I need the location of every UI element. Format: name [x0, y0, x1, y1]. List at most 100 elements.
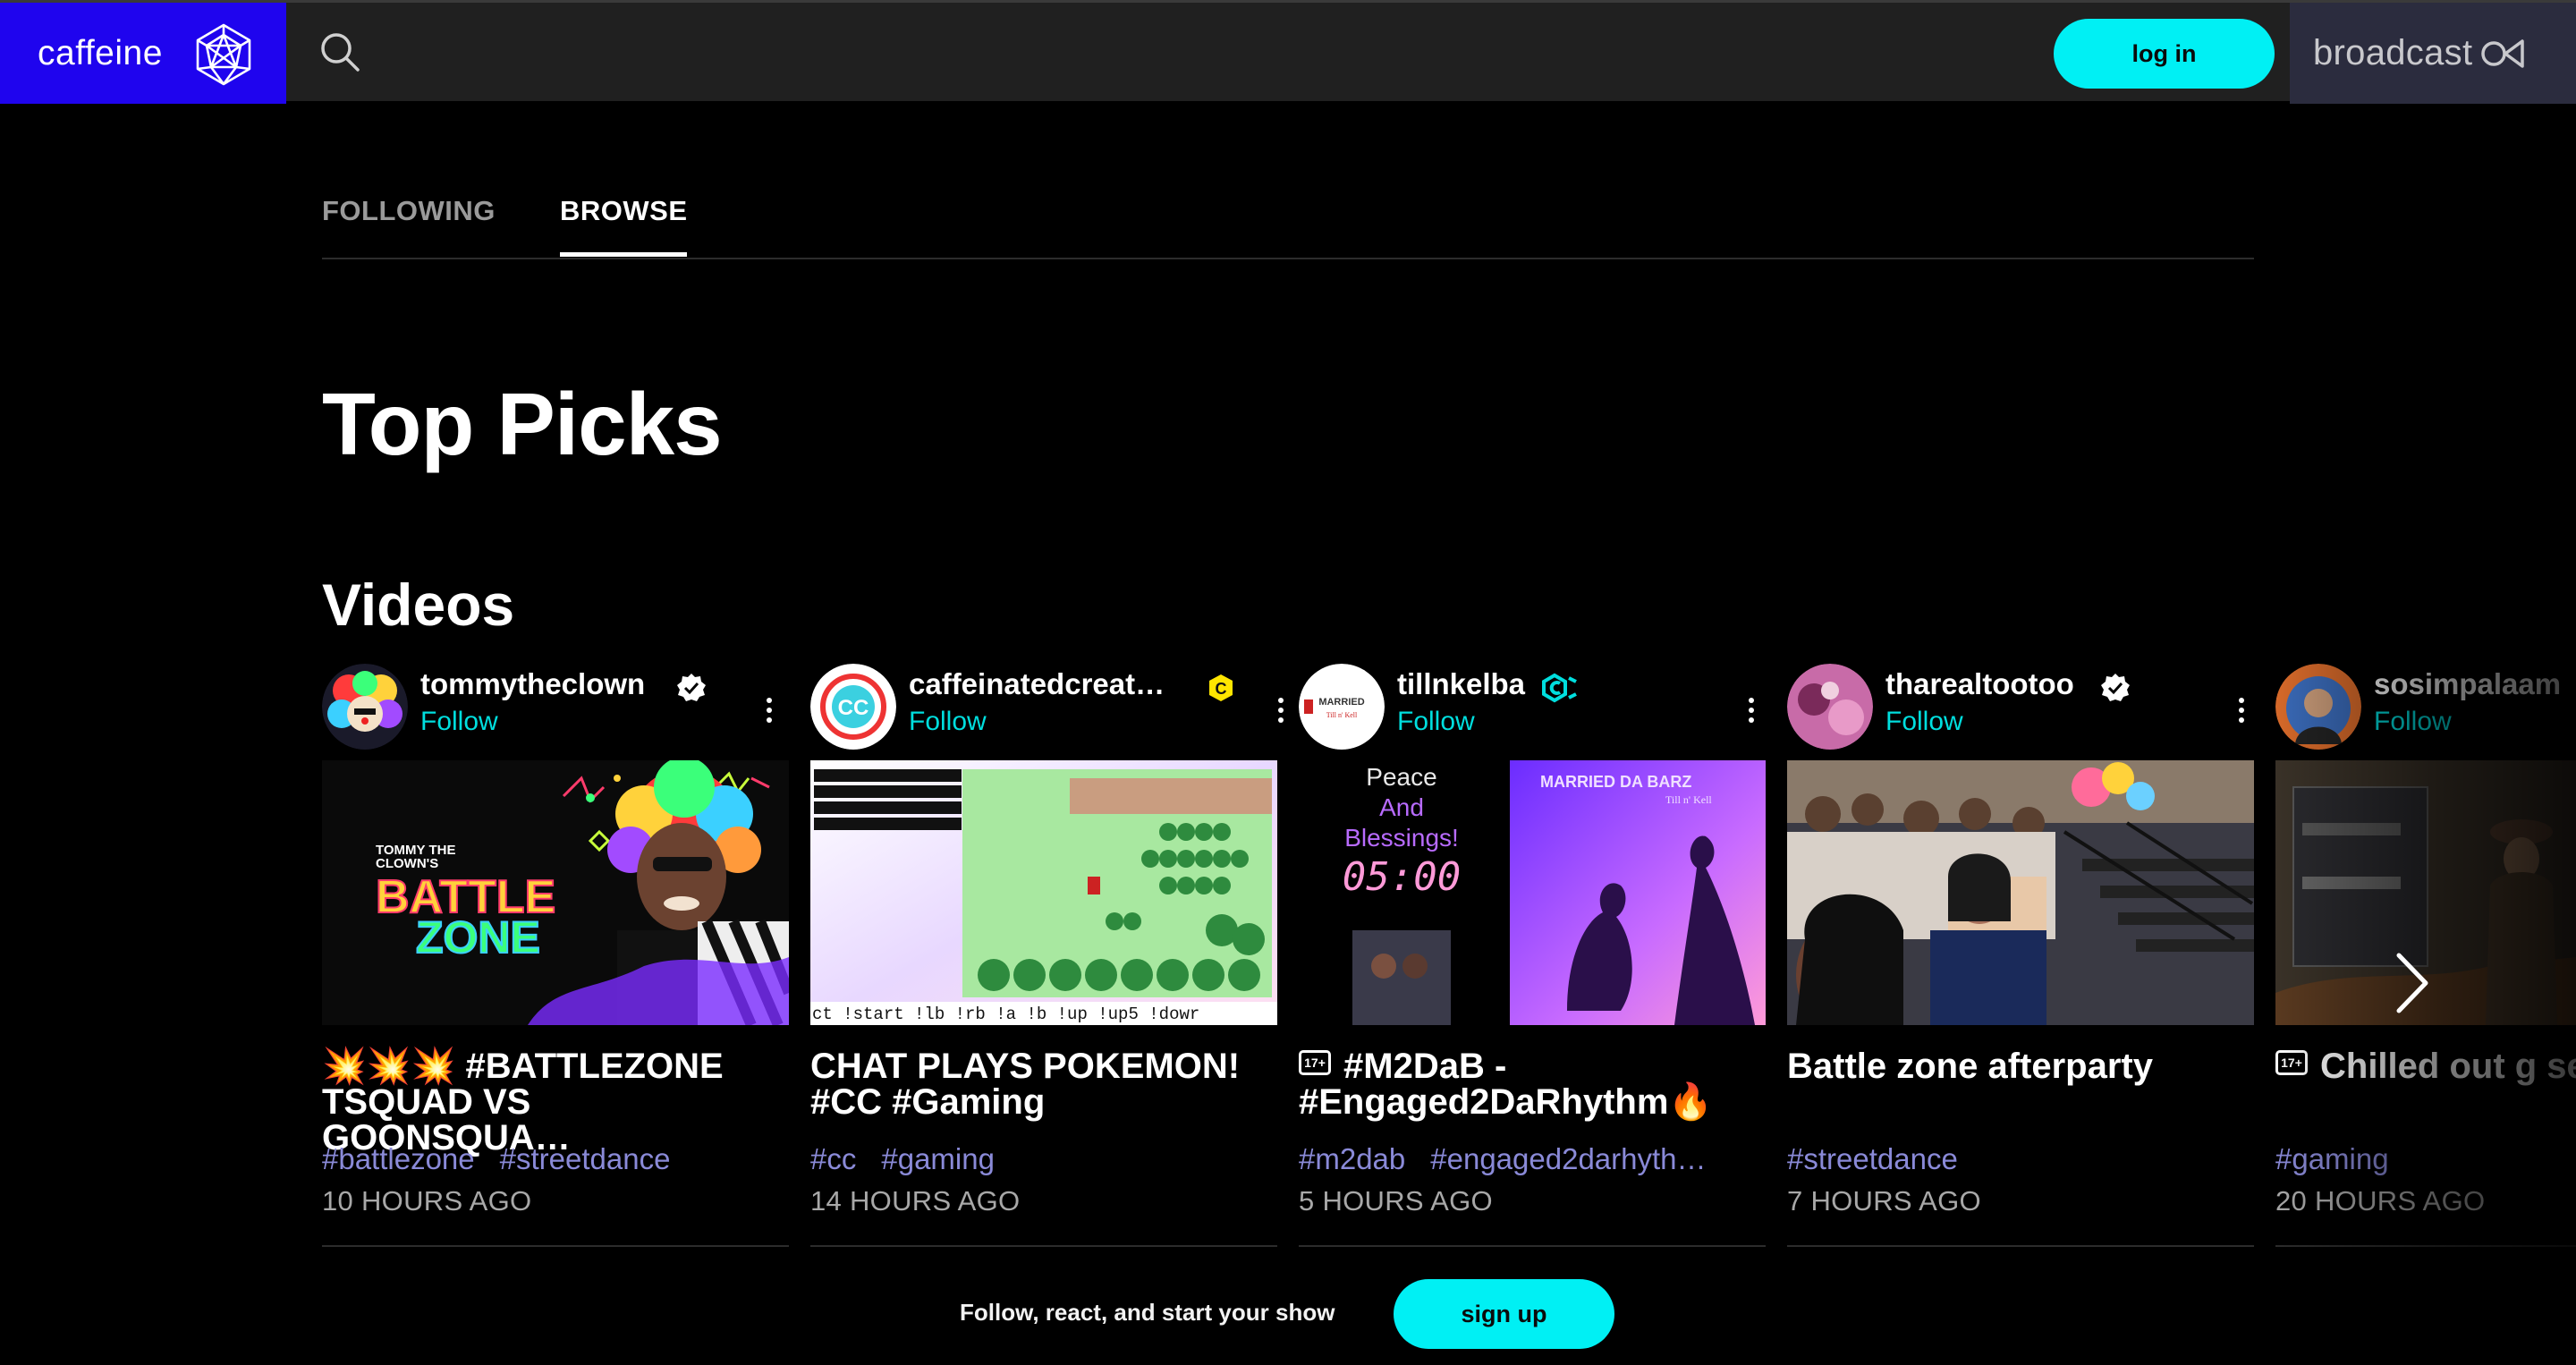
- more-options-icon[interactable]: [1274, 698, 1288, 733]
- video-thumbnail[interactable]: [1787, 760, 2254, 1025]
- video-title[interactable]: 17+Chilled out g session: [2275, 1048, 2576, 1084]
- video-card: tommytheclown Follow TOMMY THE CLOWN'S B…: [322, 662, 789, 1248]
- thumbnail-image: [1787, 760, 2254, 1025]
- top-bar: caffeine log in broadcast: [0, 0, 2576, 104]
- avatar[interactable]: CC: [810, 664, 896, 750]
- tab-following[interactable]: FOLLOWING: [322, 195, 496, 227]
- caffeine-logo-icon: [196, 23, 251, 86]
- thumbnail-image: TOMMY THE CLOWN'S BATTLE ZONE: [322, 760, 789, 1025]
- tag-list: #cc #gaming: [810, 1142, 1020, 1176]
- channel-name[interactable]: tommytheclown: [420, 667, 645, 701]
- broadcast-label: broadcast: [2313, 33, 2473, 72]
- verified-icon: [2101, 674, 2130, 701]
- search-icon[interactable]: [318, 30, 362, 74]
- card-header: CC caffeinatedcreat… C Follow: [810, 662, 1284, 751]
- video-card: MARRIED Till n' Kell tillnkelba Follow P…: [1299, 662, 1766, 1248]
- follow-button[interactable]: Follow: [909, 707, 987, 737]
- follow-button[interactable]: Follow: [1885, 707, 1963, 737]
- video-time: 7 HOURS AGO: [1787, 1185, 1981, 1217]
- tag-link[interactable]: #m2dab: [1299, 1142, 1405, 1175]
- login-button[interactable]: log in: [2054, 19, 2275, 89]
- divider: [1787, 1245, 2254, 1247]
- avatar[interactable]: [2275, 664, 2361, 750]
- camera-icon: [2481, 38, 2525, 68]
- tag-link[interactable]: #gaming: [2275, 1142, 2389, 1175]
- tab-browse[interactable]: BROWSE: [560, 195, 688, 227]
- card-header: tommytheclown Follow: [322, 662, 789, 751]
- video-time: 10 HOURS AGO: [322, 1185, 532, 1217]
- video-title[interactable]: Battle zone afterparty: [1787, 1048, 2254, 1084]
- svg-text:Till n' Kell: Till n' Kell: [1326, 711, 1358, 719]
- svg-text:C: C: [1216, 680, 1227, 698]
- age-rating-badge: 17+: [1299, 1050, 1331, 1076]
- video-card: tharealtootoo Follow Battle zone afterpa…: [1787, 662, 2254, 1248]
- thumbnail-text: And: [1379, 793, 1424, 821]
- video-card: CC caffeinatedcreat… C Follow ct !start …: [810, 662, 1284, 1248]
- divider: [322, 1245, 789, 1247]
- signup-button[interactable]: sign up: [1394, 1279, 1614, 1349]
- video-title[interactable]: 17+ #M2DaB - #Engaged2DaRhythm🔥: [1299, 1048, 1766, 1120]
- countdown-timer: 05:00: [1343, 854, 1461, 900]
- tag-link[interactable]: #cc: [810, 1142, 856, 1175]
- thumbnail-text: CLOWN'S: [376, 856, 438, 871]
- thumbnail-image: ct !start !lb !rb !a !b !up !up5 !dowr: [810, 760, 1277, 1025]
- tag-list: #gaming: [2275, 1142, 2414, 1176]
- thumbnail-text: MARRIED DA BARZ: [1540, 773, 1691, 791]
- avatar[interactable]: [322, 664, 408, 750]
- thumbnail-text: Peace: [1366, 763, 1436, 791]
- logo[interactable]: caffeine: [0, 3, 286, 104]
- more-options-icon[interactable]: [1744, 698, 1758, 733]
- video-thumbnail[interactable]: Peace And Blessings! 05:00 MARRIED DA BA…: [1299, 760, 1766, 1025]
- thumbnail-text: Till n' Kell: [1665, 793, 1712, 806]
- signup-prompt: Follow, react, and start your show: [960, 1299, 1335, 1326]
- video-thumbnail[interactable]: ct !start !lb !rb !a !b !up !up5 !dowr: [810, 760, 1277, 1025]
- section-title: Videos: [322, 572, 515, 638]
- video-time: 20 HOURS AGO: [2275, 1185, 2486, 1217]
- video-title[interactable]: CHAT PLAYS POKEMON! #CC #Gaming: [810, 1048, 1277, 1120]
- caffeine-coin-icon: C: [1209, 674, 1233, 701]
- chevron-right-icon[interactable]: [2379, 948, 2442, 1018]
- channel-name[interactable]: caffeinatedcreat…: [909, 667, 1165, 701]
- age-rating-badge: 17+: [2275, 1050, 2308, 1076]
- thumbnail-text: ct !start !lb !rb !a !b !up !up5 !dowr: [812, 1005, 1199, 1024]
- more-options-icon[interactable]: [2234, 698, 2249, 733]
- card-header: tharealtootoo Follow: [1787, 662, 2254, 751]
- follow-button[interactable]: Follow: [1397, 707, 1475, 737]
- page-title: Top Picks: [322, 375, 723, 473]
- channel-name[interactable]: tharealtootoo: [1885, 667, 2074, 701]
- video-title[interactable]: 💥💥💥 #BATTLEZONE TSQUAD VS GOONSQUA…: [322, 1048, 789, 1156]
- svg-text:MARRIED: MARRIED: [1318, 697, 1364, 708]
- more-options-icon[interactable]: [762, 698, 776, 733]
- tag-list: #m2dab #engaged2darhyth…: [1299, 1142, 1732, 1176]
- avatar[interactable]: [1787, 664, 1873, 750]
- video-time: 14 HOURS AGO: [810, 1185, 1021, 1217]
- feed-tabs: FOLLOWING BROWSE: [322, 188, 2254, 259]
- divider: [810, 1245, 1277, 1247]
- logo-text: caffeine: [38, 33, 163, 72]
- divider: [2275, 1245, 2576, 1247]
- follow-button[interactable]: Follow: [2374, 707, 2452, 737]
- tag-link[interactable]: #engaged2darhyth…: [1430, 1142, 1706, 1175]
- tag-link[interactable]: #streetdance: [500, 1142, 671, 1175]
- video-thumbnail[interactable]: TOMMY THE CLOWN'S BATTLE ZONE: [322, 760, 789, 1025]
- caffeine-badge-icon: [1542, 673, 1577, 703]
- broadcast-button[interactable]: broadcast: [2290, 3, 2576, 104]
- channel-name[interactable]: tillnkelba: [1397, 667, 1525, 701]
- tag-link[interactable]: #gaming: [881, 1142, 995, 1175]
- thumbnail-text: Blessings!: [1344, 824, 1459, 852]
- channel-name[interactable]: sosimpalaam: [2374, 667, 2561, 701]
- avatar[interactable]: MARRIED Till n' Kell: [1299, 664, 1385, 750]
- active-tab-indicator: [560, 252, 687, 257]
- tag-link[interactable]: #battlezone: [322, 1142, 475, 1175]
- thumbnail-text: ZONE: [416, 912, 540, 962]
- tag-list: #streetdance: [1787, 1142, 1983, 1176]
- follow-button[interactable]: Follow: [420, 707, 498, 737]
- verified-icon: [677, 674, 706, 701]
- video-time: 5 HOURS AGO: [1299, 1185, 1493, 1217]
- thumbnail-image: Peace And Blessings! 05:00 MARRIED DA BA…: [1299, 760, 1766, 1025]
- tag-link[interactable]: #streetdance: [1787, 1142, 1958, 1175]
- avatar-text: CC: [838, 696, 869, 720]
- tag-list: #battlezone #streetdance: [322, 1142, 695, 1176]
- card-header: sosimpalaam Follow: [2275, 662, 2576, 751]
- card-header: MARRIED Till n' Kell tillnkelba Follow: [1299, 662, 1766, 751]
